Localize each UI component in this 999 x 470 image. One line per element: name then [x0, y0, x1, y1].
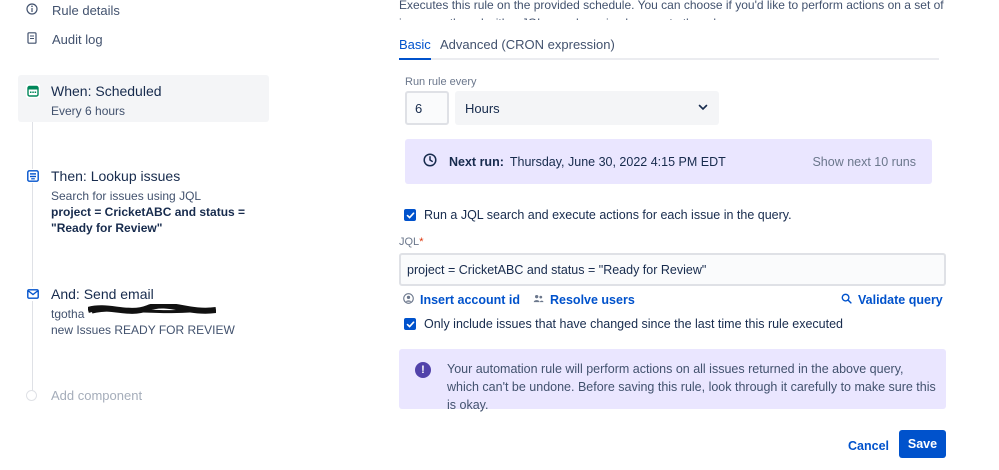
document-icon [26, 32, 38, 47]
only-changed-checkbox[interactable]: Only include issues that have changed si… [404, 317, 843, 331]
insert-account-id-label: Insert account id [420, 293, 521, 307]
people-icon [533, 293, 544, 307]
email-icon [26, 287, 40, 301]
component-detail: Every 6 hours [51, 104, 126, 118]
jql-search-checkbox-label: Run a JQL search and execute actions for… [424, 208, 792, 222]
next-run-value: Thursday, June 30, 2022 4:15 PM EDT [509, 154, 726, 169]
redaction-scribble [88, 304, 216, 314]
jql-warning-text: Your automation rule will perform action… [447, 362, 936, 412]
calendar-icon [26, 84, 40, 98]
component-trigger-scheduled[interactable]: When: Scheduled Every 6 hours [18, 75, 269, 122]
show-next-runs-link[interactable]: Show next 10 runs [812, 155, 916, 169]
nav-rule-details[interactable]: Rule details [26, 3, 120, 18]
next-run-panel: Next run: Thursday, June 30, 2022 4:15 P… [405, 139, 932, 184]
run-every-number-input[interactable]: 6 [405, 91, 449, 125]
jql-label: JQL* [399, 236, 424, 248]
only-changed-checkbox-label: Only include issues that have changed si… [424, 317, 843, 331]
insert-account-id-link[interactable]: Insert account id [403, 293, 520, 307]
search-icon [841, 293, 852, 307]
add-component-dot-icon [26, 390, 37, 401]
component-jql-line-1: project = CricketABC and status = [51, 205, 246, 219]
save-button[interactable]: Save [899, 430, 946, 458]
component-title: When: Scheduled [51, 83, 162, 99]
jql-input[interactable]: project = CricketABC and status = "Ready… [399, 253, 946, 286]
nav-audit-log[interactable]: Audit log [26, 32, 103, 47]
user-circle-icon [403, 293, 414, 307]
add-component-button[interactable]: Add component [26, 388, 142, 403]
resolve-users-link[interactable]: Resolve users [533, 293, 635, 307]
chevron-down-icon [697, 101, 709, 116]
component-jql-line-2: "Ready for Review" [51, 221, 163, 235]
info-icon [26, 3, 38, 18]
component-action-lookup-issues[interactable]: Then: Lookup issues Search for issues us… [18, 160, 269, 242]
add-component-label: Add component [51, 388, 143, 403]
checkbox-checked-icon [404, 209, 416, 221]
component-detail: new Issues READY FOR REVIEW [51, 323, 235, 337]
run-every-unit-select[interactable]: Hours [455, 91, 719, 125]
nav-audit-log-label: Audit log [52, 32, 103, 47]
cancel-button[interactable]: Cancel [840, 432, 897, 460]
jql-search-checkbox[interactable]: Run a JQL search and execute actions for… [404, 208, 792, 222]
nav-rule-details-label: Rule details [52, 3, 120, 18]
component-title: Then: Lookup issues [51, 168, 181, 184]
jql-warning-panel: ! Your automation rule will perform acti… [399, 349, 946, 412]
component-recipient: tgotha [51, 307, 85, 321]
clock-icon [423, 153, 437, 170]
validate-query-link[interactable]: Validate query [841, 293, 943, 307]
run-every-label: Run rule every [405, 76, 477, 88]
exclamation-icon: ! [415, 362, 431, 378]
resolve-users-label: Resolve users [550, 293, 635, 307]
lookup-icon [26, 169, 40, 183]
component-title: And: Send email [51, 286, 154, 302]
timeline-connector [32, 100, 33, 395]
tab-advanced-cron[interactable]: Advanced (CRON expression) [440, 37, 615, 58]
tab-basic[interactable]: Basic [399, 37, 431, 60]
component-detail: Search for issues using JQL [51, 189, 202, 203]
next-run-label: Next run: [449, 154, 504, 169]
validate-query-label: Validate query [858, 293, 943, 307]
rule-sidebar: Rule details Audit log When: Scheduled E… [0, 0, 290, 470]
run-every-unit-value: Hours [465, 100, 500, 116]
schedule-tabs: Basic Advanced (CRON expression) [399, 36, 939, 60]
schedule-description: Executes this rule on the provided sched… [399, 0, 944, 20]
checkbox-checked-icon [404, 318, 416, 330]
